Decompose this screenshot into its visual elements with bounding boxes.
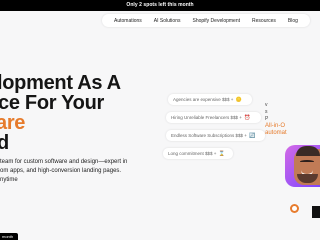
comparison-tag-commitment: Long commitment $$$ + ⌛: [163, 148, 233, 159]
nav-resources[interactable]: Resources: [252, 18, 276, 24]
refresh-emoji-icon: 🔄: [249, 133, 256, 139]
nav-ai-solutions[interactable]: AI Solutions: [154, 18, 181, 24]
hourglass-emoji-icon: ⌛: [218, 151, 225, 157]
right-panel: v s P All-in-O automat: [265, 102, 320, 137]
hero-description-line-1: team for custom software and design—expe…: [0, 159, 128, 165]
right-panel-accent-1: All-in-O: [265, 123, 286, 129]
bottom-month-text: month: [2, 234, 14, 239]
right-panel-accent-2: automat: [265, 130, 287, 136]
nav-shopify-development[interactable]: Shopify Development: [192, 18, 240, 24]
hero-line-4: d: [0, 132, 9, 154]
top-banner: Only 2 spots left this month: [0, 0, 320, 11]
hero-description-line-2: om apps, and high-conversion landing pag…: [0, 168, 122, 174]
right-panel-line-2: s: [265, 109, 268, 115]
comparison-tag-agencies-text: Agencies are expensive $$$ +: [173, 97, 234, 102]
top-banner-text: Only 2 spots left this month: [126, 2, 194, 8]
hero-description-line-3: nytime: [0, 177, 18, 183]
main-navigation: Automations AI Solutions Shopify Develop…: [102, 14, 310, 27]
hero-line-1: lopment As A: [0, 72, 121, 94]
comparison-tag-subscriptions: Endless Software Subscriptions $$$ + 🔄: [166, 130, 265, 141]
chat-icon: [292, 206, 297, 211]
profile-hair: [296, 146, 320, 156]
right-panel-line-3: P: [265, 116, 269, 122]
coin-emoji-icon: 🪙: [235, 97, 242, 103]
profile-eyes: [300, 160, 314, 163]
clock-emoji-icon: ⏰: [244, 115, 251, 121]
hero-heading: lopment As A ce For Your are d: [0, 73, 160, 153]
nav-automations[interactable]: Automations: [114, 18, 142, 24]
hero-line-3: are: [0, 112, 26, 134]
comparison-tag-freelancers: Hiring Unreliable Freelancers $$$ + ⏰: [166, 112, 261, 123]
bottom-month-strip: month: [0, 233, 18, 240]
comparison-tag-agencies: Agencies are expensive $$$ + 🪙: [168, 94, 252, 105]
right-panel-line-1: v: [265, 102, 268, 108]
comparison-tag-freelancers-text: Hiring Unreliable Freelancers $$$ +: [171, 115, 242, 120]
bottom-right-dark-element: [312, 206, 320, 218]
comparison-tag-subscriptions-text: Endless Software Subscriptions $$$ +: [171, 133, 247, 138]
hero-line-2: ce For Your: [0, 92, 104, 114]
nav-blog[interactable]: Blog: [288, 18, 298, 24]
hero-description: team for custom software and design—expe…: [0, 158, 150, 185]
comparison-tag-commitment-text: Long commitment $$$ +: [168, 151, 217, 156]
